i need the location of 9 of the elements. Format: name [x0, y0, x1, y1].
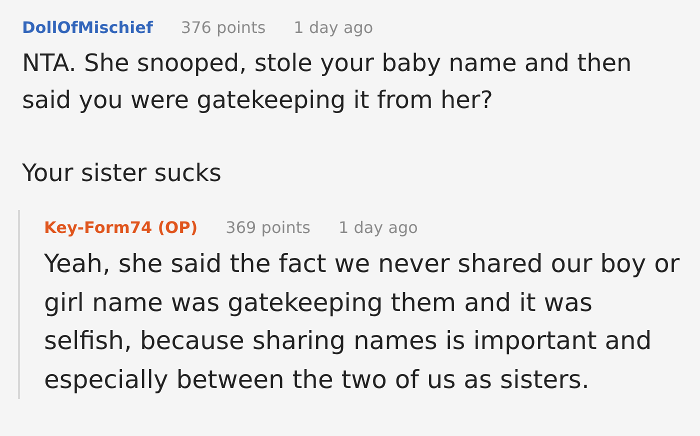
- comment-text: Your sister sucks: [22, 158, 223, 189]
- username[interactable]: Key-Form74 (OP): [44, 218, 198, 237]
- comment-text: Yeah, she said the fact we never shared our boy or girl name was gatekeeping them and it was selfish, because sharing names is important and especially between the two of us as sisters.: [44, 248, 681, 396]
- username[interactable]: DollOfMischief: [22, 18, 153, 37]
- timestamp: 1 day ago: [338, 218, 418, 237]
- points-count: 376 points: [180, 18, 266, 37]
- comment-text: NTA. She snooped, stole your baby name and then said you were gatekeeping it from her?: [22, 48, 632, 116]
- points-count: 369 points: [226, 218, 310, 237]
- timestamp: 1 day ago: [294, 18, 374, 37]
